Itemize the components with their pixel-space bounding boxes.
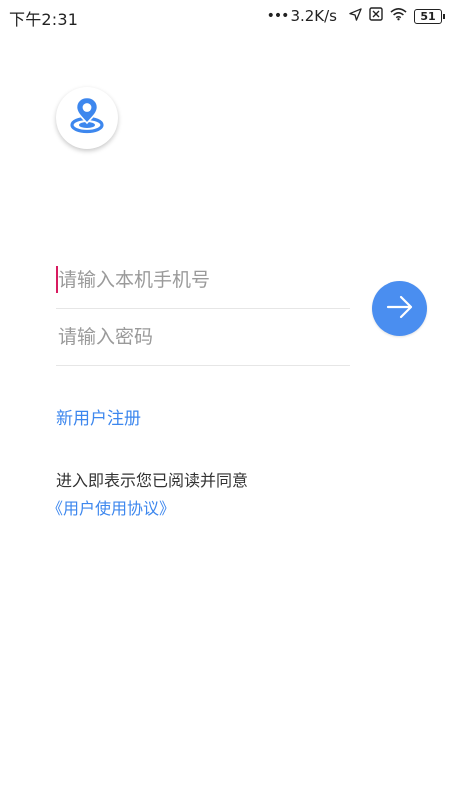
wifi-icon [390,7,407,25]
notification-dots: ••• [266,8,290,24]
location-arrow-icon [349,7,362,25]
login-submit-button[interactable] [372,281,427,336]
app-logo [56,87,118,149]
text-cursor [56,266,58,293]
status-bar: 下午2:31 ••• 3.2K/s 51 [0,0,450,32]
network-speed: 3.2K/s [290,7,337,25]
status-time: 下午2:31 [9,10,79,29]
status-indicators: ••• 3.2K/s 51 [266,6,445,26]
login-screen: 下午2:31 ••• 3.2K/s 51 请输入本机手机号 新用户注册 进入即表… [0,0,450,800]
agreement-notice: 进入即表示您已阅读并同意 [56,471,249,490]
no-sim-icon [369,7,383,25]
phone-field [56,252,352,309]
user-agreement-link[interactable]: 《用户使用协议》 [47,495,175,519]
password-field [56,309,352,366]
phone-input[interactable] [56,252,352,308]
location-pin-icon [68,96,106,140]
battery-icon: 51 [414,8,445,24]
register-link[interactable]: 新用户注册 [56,404,141,429]
arrow-right-icon [386,295,414,323]
password-input[interactable] [56,309,352,365]
